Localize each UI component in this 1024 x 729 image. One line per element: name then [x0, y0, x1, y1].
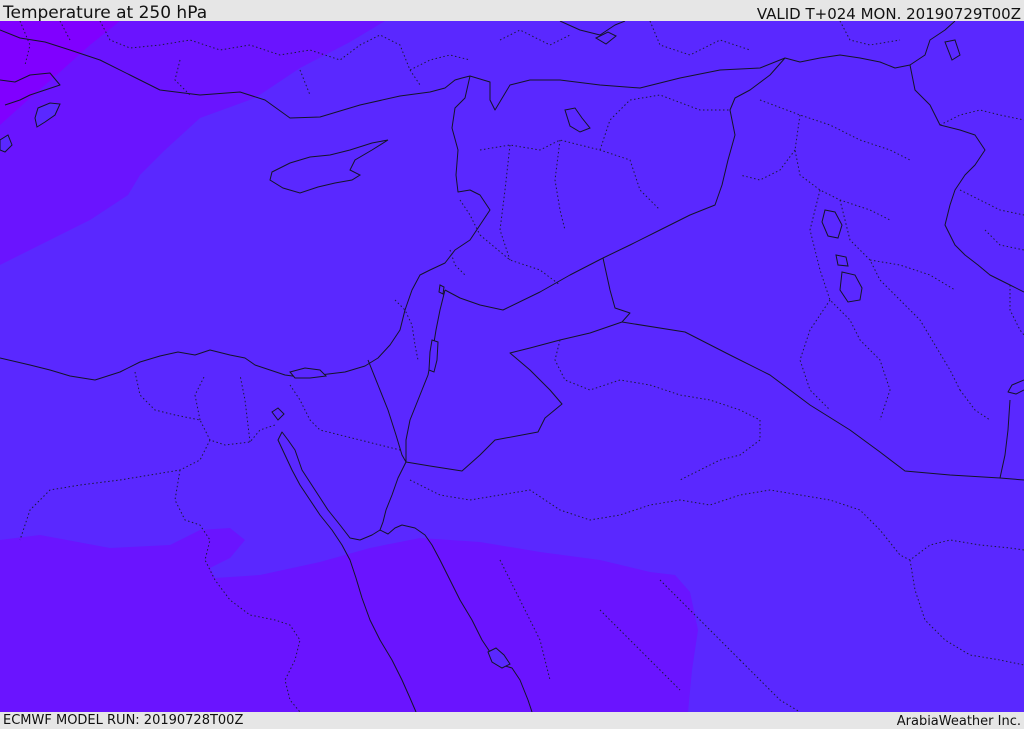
lake-tiberias — [438, 284, 445, 295]
footer-bar: ECMWF MODEL RUN: 20190728T00Z ArabiaWeat… — [0, 712, 1024, 729]
map-title: Temperature at 250 hPa — [3, 3, 208, 23]
lake-habbaniyah — [835, 254, 849, 267]
credit-label: ArabiaWeather Inc. — [896, 714, 1021, 729]
map-canvas — [0, 21, 1024, 712]
map-area — [0, 21, 1024, 712]
header-bar: Temperature at 250 hPa VALID T+024 MON. … — [0, 0, 1024, 23]
model-run-label: ECMWF MODEL RUN: 20190728T00Z — [3, 713, 244, 728]
weather-map-frame: Temperature at 250 hPa VALID T+024 MON. … — [0, 0, 1024, 729]
